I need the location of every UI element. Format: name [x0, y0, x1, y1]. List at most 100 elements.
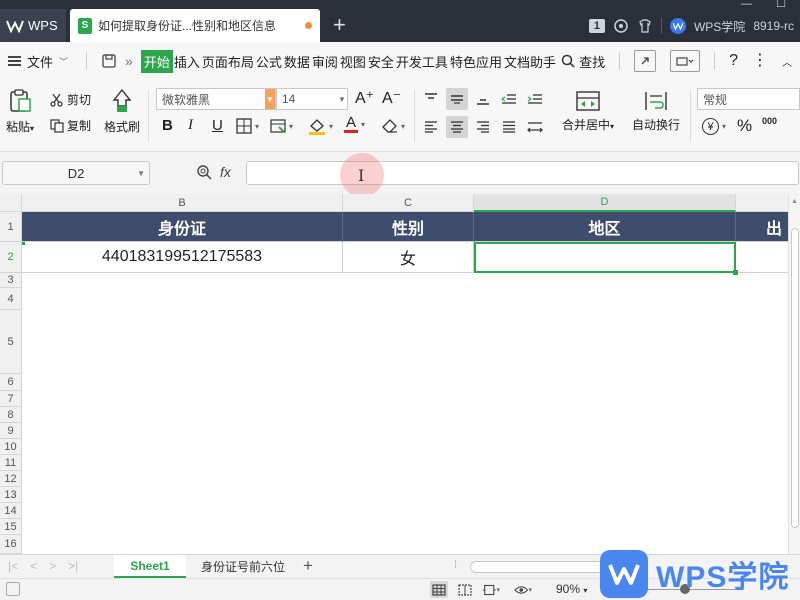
- currency-button[interactable]: ¥ ▾: [702, 118, 726, 135]
- row-header[interactable]: 7: [0, 391, 22, 407]
- scroll-up-icon[interactable]: ▲: [791, 198, 798, 205]
- menu-tab-formulas[interactable]: 公式: [255, 52, 283, 71]
- cut-button[interactable]: 剪切: [50, 91, 91, 108]
- row-header[interactable]: 9: [0, 423, 22, 439]
- select-all-corner[interactable]: [0, 194, 22, 212]
- cell-c1-header[interactable]: 性别: [343, 212, 474, 242]
- search-button[interactable]: 查找: [561, 52, 605, 71]
- cell-c2[interactable]: 女: [343, 242, 474, 273]
- zoom-level[interactable]: 90% ▾: [556, 582, 587, 596]
- menu-tab-security[interactable]: 安全: [367, 52, 395, 71]
- formula-input[interactable]: [246, 161, 799, 185]
- maximize-button[interactable]: ☐: [776, 0, 786, 10]
- align-middle-button[interactable]: [446, 88, 468, 110]
- row-header[interactable]: 14: [0, 503, 22, 519]
- bold-button[interactable]: B: [162, 117, 173, 134]
- file-menu[interactable]: 文件 ﹀: [0, 52, 80, 71]
- row-header[interactable]: 2: [0, 242, 22, 273]
- page-layout-view-button[interactable]: ▾: [482, 581, 500, 598]
- skin-icon[interactable]: [613, 18, 629, 34]
- status-panel-icon[interactable]: [6, 582, 20, 596]
- align-right-button[interactable]: [472, 116, 494, 138]
- menu-tab-data[interactable]: 数据: [283, 52, 311, 71]
- cell-d1-header[interactable]: 地区: [474, 212, 736, 242]
- cell-style-button[interactable]: ▾: [270, 118, 293, 134]
- align-top-button[interactable]: [420, 88, 442, 110]
- row-header[interactable]: 16: [0, 535, 22, 554]
- name-box[interactable]: D2 ▼: [2, 161, 150, 185]
- row-header[interactable]: 10: [0, 439, 22, 455]
- font-name-select[interactable]: 微软雅黑 ▼: [156, 88, 276, 110]
- row-header[interactable]: 3: [0, 273, 22, 288]
- new-tab-button[interactable]: +: [333, 14, 346, 36]
- distributed-align-button[interactable]: [524, 116, 546, 138]
- menu-tab-page-layout[interactable]: 页面布局: [201, 52, 255, 71]
- last-sheet-icon[interactable]: >|: [68, 559, 78, 573]
- row-header[interactable]: 12: [0, 471, 22, 487]
- page-break-view-button[interactable]: [456, 581, 474, 598]
- save-icon[interactable]: [101, 53, 117, 69]
- user-account[interactable]: 8919-rc: [753, 19, 794, 33]
- insert-function-button[interactable]: fx: [220, 164, 231, 180]
- row-header[interactable]: 11: [0, 455, 22, 471]
- menu-tab-view[interactable]: 视图: [339, 52, 367, 71]
- increase-font-button[interactable]: A⁺: [355, 88, 374, 108]
- horizontal-scrollbar[interactable]: [470, 561, 610, 573]
- document-tab[interactable]: S 如何提取身份证...性别和地区信息: [70, 9, 320, 42]
- prev-sheet-icon[interactable]: <: [30, 559, 37, 573]
- row-header[interactable]: 13: [0, 487, 22, 503]
- row-header[interactable]: 15: [0, 519, 22, 535]
- percent-button[interactable]: %: [737, 116, 752, 136]
- paste-button[interactable]: 粘贴▾: [6, 88, 34, 135]
- fill-color-button[interactable]: ▾: [308, 118, 333, 135]
- font-size-select[interactable]: 14 ▼: [276, 88, 348, 110]
- merge-center-button[interactable]: 合并居中▾: [562, 90, 614, 133]
- cell-d2-active[interactable]: [474, 242, 736, 273]
- zoom-search-icon[interactable]: [196, 164, 212, 180]
- menu-tab-doc-assistant[interactable]: 文档助手: [503, 52, 557, 71]
- cell-b2[interactable]: 440183199512175583: [22, 242, 343, 273]
- decrease-indent-button[interactable]: [498, 88, 520, 110]
- cell-e1-header[interactable]: 出: [736, 212, 788, 242]
- menu-tab-start[interactable]: 开始: [140, 49, 173, 73]
- wrap-text-button[interactable]: 自动换行: [632, 90, 680, 133]
- menu-tab-review[interactable]: 审阅: [311, 52, 339, 71]
- tab-splitter[interactable]: ⁞: [454, 559, 457, 571]
- row-header[interactable]: 6: [0, 374, 22, 391]
- align-bottom-button[interactable]: [472, 88, 494, 110]
- row-header[interactable]: 8: [0, 407, 22, 423]
- column-header-d[interactable]: D: [474, 194, 736, 212]
- row-header[interactable]: 1: [0, 212, 22, 242]
- underline-button[interactable]: U: [212, 117, 223, 134]
- cell-b1-header[interactable]: 身份证: [22, 212, 343, 242]
- italic-button[interactable]: I: [188, 117, 193, 134]
- column-header-b[interactable]: B: [22, 194, 343, 212]
- first-sheet-icon[interactable]: |<: [8, 559, 18, 573]
- format-painter-button[interactable]: 格式刷: [104, 88, 140, 135]
- share-button[interactable]: [634, 50, 657, 72]
- normal-view-button[interactable]: [430, 581, 448, 598]
- clear-button[interactable]: ▾: [382, 118, 405, 134]
- borders-button[interactable]: ▾: [236, 118, 259, 134]
- thousands-button[interactable]: 000: [762, 116, 777, 126]
- copy-button[interactable]: 复制: [50, 117, 91, 134]
- sheet-tab-id-prefix[interactable]: 身份证号前六位: [190, 555, 296, 578]
- menu-tab-developer[interactable]: 开发工具: [395, 52, 449, 71]
- vertical-scroll-thumb[interactable]: [791, 228, 799, 528]
- vertical-scrollbar[interactable]: ▲: [788, 194, 800, 554]
- sheet-tab-sheet1[interactable]: Sheet1: [114, 555, 186, 578]
- shirt-icon[interactable]: [637, 18, 653, 34]
- menu-tab-special[interactable]: 特色应用: [449, 52, 503, 71]
- next-sheet-icon[interactable]: >: [49, 559, 56, 573]
- row-header[interactable]: 5: [0, 310, 22, 374]
- wps-academy-link[interactable]: WPS学院: [694, 18, 745, 35]
- collaborate-button[interactable]: [670, 50, 701, 72]
- cell-e2[interactable]: [736, 242, 788, 273]
- more-options-icon[interactable]: ⋮: [752, 53, 768, 69]
- row-header[interactable]: 4: [0, 288, 22, 310]
- fill-handle[interactable]: [733, 270, 738, 275]
- help-button[interactable]: ?: [729, 52, 738, 70]
- spreadsheet-grid[interactable]: B C D 1 2 3 4 5 6 7 8 9 10 11 12 13 14 1…: [0, 194, 788, 554]
- number-format-select[interactable]: 常规: [697, 88, 800, 110]
- align-center-button[interactable]: [446, 116, 468, 138]
